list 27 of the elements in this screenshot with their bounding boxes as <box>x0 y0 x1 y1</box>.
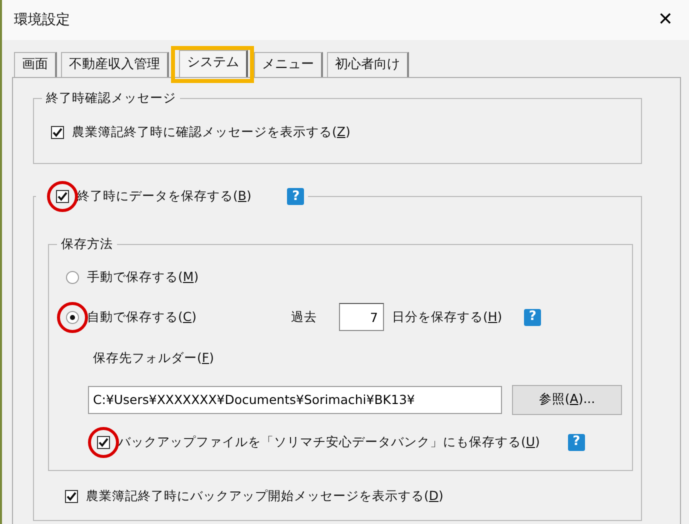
checkbox-label[interactable]: 農業簿記終了時に確認メッセージを表示する(Z) <box>72 123 350 142</box>
tab[interactable]: 画面 <box>14 52 57 77</box>
help-icon[interactable]: ? <box>524 308 542 326</box>
radio-label[interactable]: 手動で保存する(M) <box>87 268 199 286</box>
radio-button[interactable] <box>66 310 79 324</box>
checkbox[interactable] <box>97 436 110 449</box>
radio-label[interactable]: 自動で保存する(C) <box>87 308 283 326</box>
checkbox[interactable] <box>51 126 64 139</box>
checkbox[interactable] <box>56 190 69 203</box>
days-field[interactable]: 7 <box>339 303 384 331</box>
radio-button[interactable] <box>66 270 79 284</box>
folder-label: 保存先フォルダー(F) <box>93 349 214 367</box>
checkbox-label[interactable]: 農業簿記終了時にバックアップ開始メッセージを表示する(D) <box>86 487 444 506</box>
folder-path-field[interactable]: C:¥Users¥XXXXXXX¥Documents¥Sorimachi¥BK13¥ <box>88 386 502 414</box>
checkbox[interactable] <box>65 490 78 503</box>
window-title: 環境設定 <box>14 10 70 30</box>
tab[interactable]: メニュー <box>254 52 323 77</box>
tab[interactable]: システム <box>179 50 248 77</box>
browse-button[interactable]: 参照(A)... <box>512 384 622 415</box>
days-suffix: 日分を保存する(H) <box>392 308 502 326</box>
help-icon[interactable]: ? <box>568 434 585 451</box>
help-icon[interactable]: ? <box>287 188 304 205</box>
checkbox-label[interactable]: バックアップファイルを「ソリマチ安心データバンク」にも保存する(U) <box>118 432 540 452</box>
days-prefix: 過去 <box>291 308 317 326</box>
close-button[interactable]: ✕ <box>652 11 679 29</box>
tab[interactable]: 不動産収入管理 <box>61 52 169 77</box>
tab[interactable]: 初心者向け <box>327 52 409 77</box>
